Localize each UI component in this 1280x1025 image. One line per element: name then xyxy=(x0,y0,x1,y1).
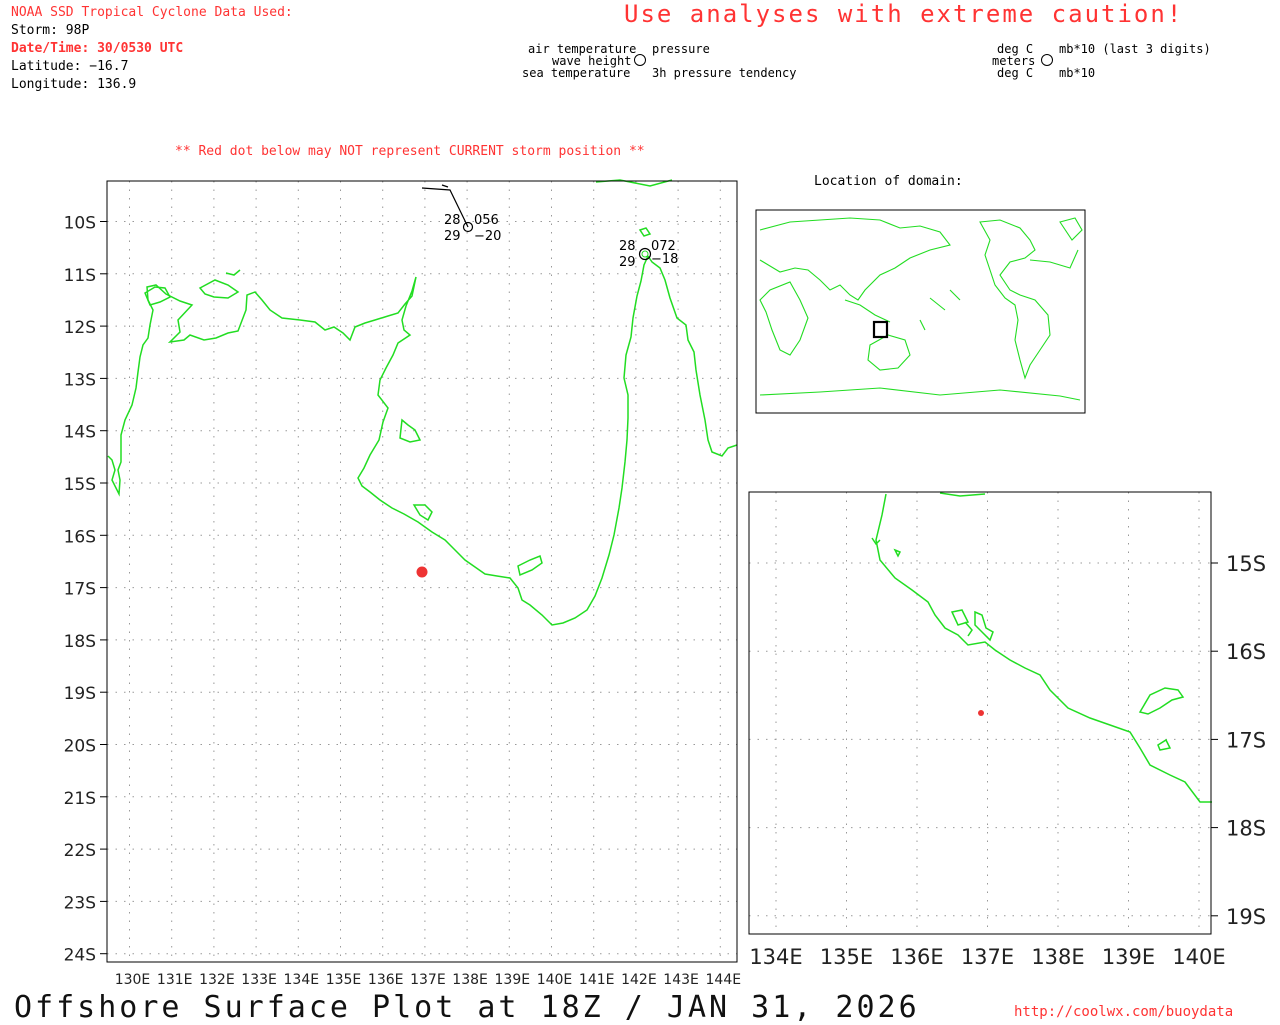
main-lat-label: 22S xyxy=(64,841,96,861)
main-lon-label: 139E xyxy=(495,972,531,988)
obs-2-air: 28 xyxy=(619,239,636,254)
main-lon-label: 133E xyxy=(241,972,277,988)
zoom-lon-label: 136E xyxy=(890,945,943,969)
main-lat-label: 24S xyxy=(64,946,96,966)
zoom-storm-dot xyxy=(978,710,984,716)
obs-1-air: 28 xyxy=(444,213,461,228)
main-lon-label: 130E xyxy=(115,972,151,988)
zoom-lon-labels: 134E 135E 136E 137E 138E 139E 140E xyxy=(749,945,1225,969)
zoom-lon-label: 134E xyxy=(749,945,802,969)
zoom-lon-label: 140E xyxy=(1172,945,1225,969)
zoom-lon-label: 138E xyxy=(1031,945,1084,969)
zoom-lat-label: 17S xyxy=(1226,728,1266,752)
footer-url[interactable]: http://coolwx.com/buoydata xyxy=(1014,1004,1233,1020)
main-lon-label: 143E xyxy=(663,972,699,988)
zoom-lat-label: 15S xyxy=(1226,552,1266,576)
main-lat-label: 23S xyxy=(64,893,96,913)
main-lat-label: 13S xyxy=(64,370,96,390)
main-lon-label: 141E xyxy=(579,972,615,988)
zoom-lat-label: 19S xyxy=(1226,905,1266,929)
location-inset xyxy=(755,209,1086,414)
zoom-lon-label: 139E xyxy=(1102,945,1155,969)
main-lon-label: 140E xyxy=(537,972,573,988)
main-lat-label: 18S xyxy=(64,632,96,652)
zoom-lon-label: 135E xyxy=(820,945,873,969)
station-obs-1: 28 056 29 −20 xyxy=(421,184,501,244)
main-lat-label: 20S xyxy=(64,737,96,757)
main-lat-label: 15S xyxy=(64,475,96,495)
main-lat-label: 10S xyxy=(64,214,96,234)
zoom-coastline xyxy=(871,492,1212,803)
obs-2-tendency: −18 xyxy=(651,252,678,267)
zoom-lat-labels: 15S 16S 17S 18S 19S xyxy=(1226,552,1266,929)
main-lat-label: 21S xyxy=(64,789,96,809)
main-lon-label: 142E xyxy=(621,972,657,988)
main-lon-label: 136E xyxy=(368,972,404,988)
main-lat-label: 12S xyxy=(64,318,96,338)
main-lat-label: 14S xyxy=(64,423,96,443)
main-lon-label: 132E xyxy=(199,972,235,988)
main-lon-label: 144E xyxy=(706,972,742,988)
obs-1-tendency: −20 xyxy=(474,229,501,244)
main-lon-label: 134E xyxy=(284,972,320,988)
zoom-lon-label: 137E xyxy=(961,945,1014,969)
obs-1-pressure: 056 xyxy=(474,213,499,228)
main-lat-label: 11S xyxy=(64,266,96,286)
domain-box-icon xyxy=(872,320,889,339)
station-obs-2: 28 072 29 −18 xyxy=(619,239,678,270)
main-lat-label: 17S xyxy=(64,580,96,600)
obs-1-sea: 29 xyxy=(444,229,461,244)
zoom-lat-label: 16S xyxy=(1226,640,1266,664)
footer-title: Offshore Surface Plot at 18Z / JAN 31, 2… xyxy=(14,990,920,1025)
zoom-lat-label: 18S xyxy=(1226,817,1266,841)
main-lat-label: 19S xyxy=(64,684,96,704)
main-lat-labels: 10S 11S 12S 13S 14S 15S 16S 17S 18S 19S 20S 21S 22S 2… xyxy=(64,214,96,966)
main-lon-label: 138E xyxy=(452,972,488,988)
main-lon-label: 137E xyxy=(410,972,446,988)
main-lon-labels: 130E 131E 132E 133E 134E 135E 136E 137E 138E 139E… xyxy=(115,972,741,988)
obs-2-sea: 29 xyxy=(619,255,636,270)
main-lon-label: 131E xyxy=(157,972,193,988)
main-map-svg: 10S 11S 12S 13S 14S 15S 16S 17S 18S 19S 20S 21S 22S 2… xyxy=(64,179,1266,988)
main-lat-label: 16S xyxy=(64,527,96,547)
main-lon-label: 135E xyxy=(326,972,362,988)
storm-position-dot xyxy=(416,566,428,578)
main-coastline xyxy=(107,179,738,626)
